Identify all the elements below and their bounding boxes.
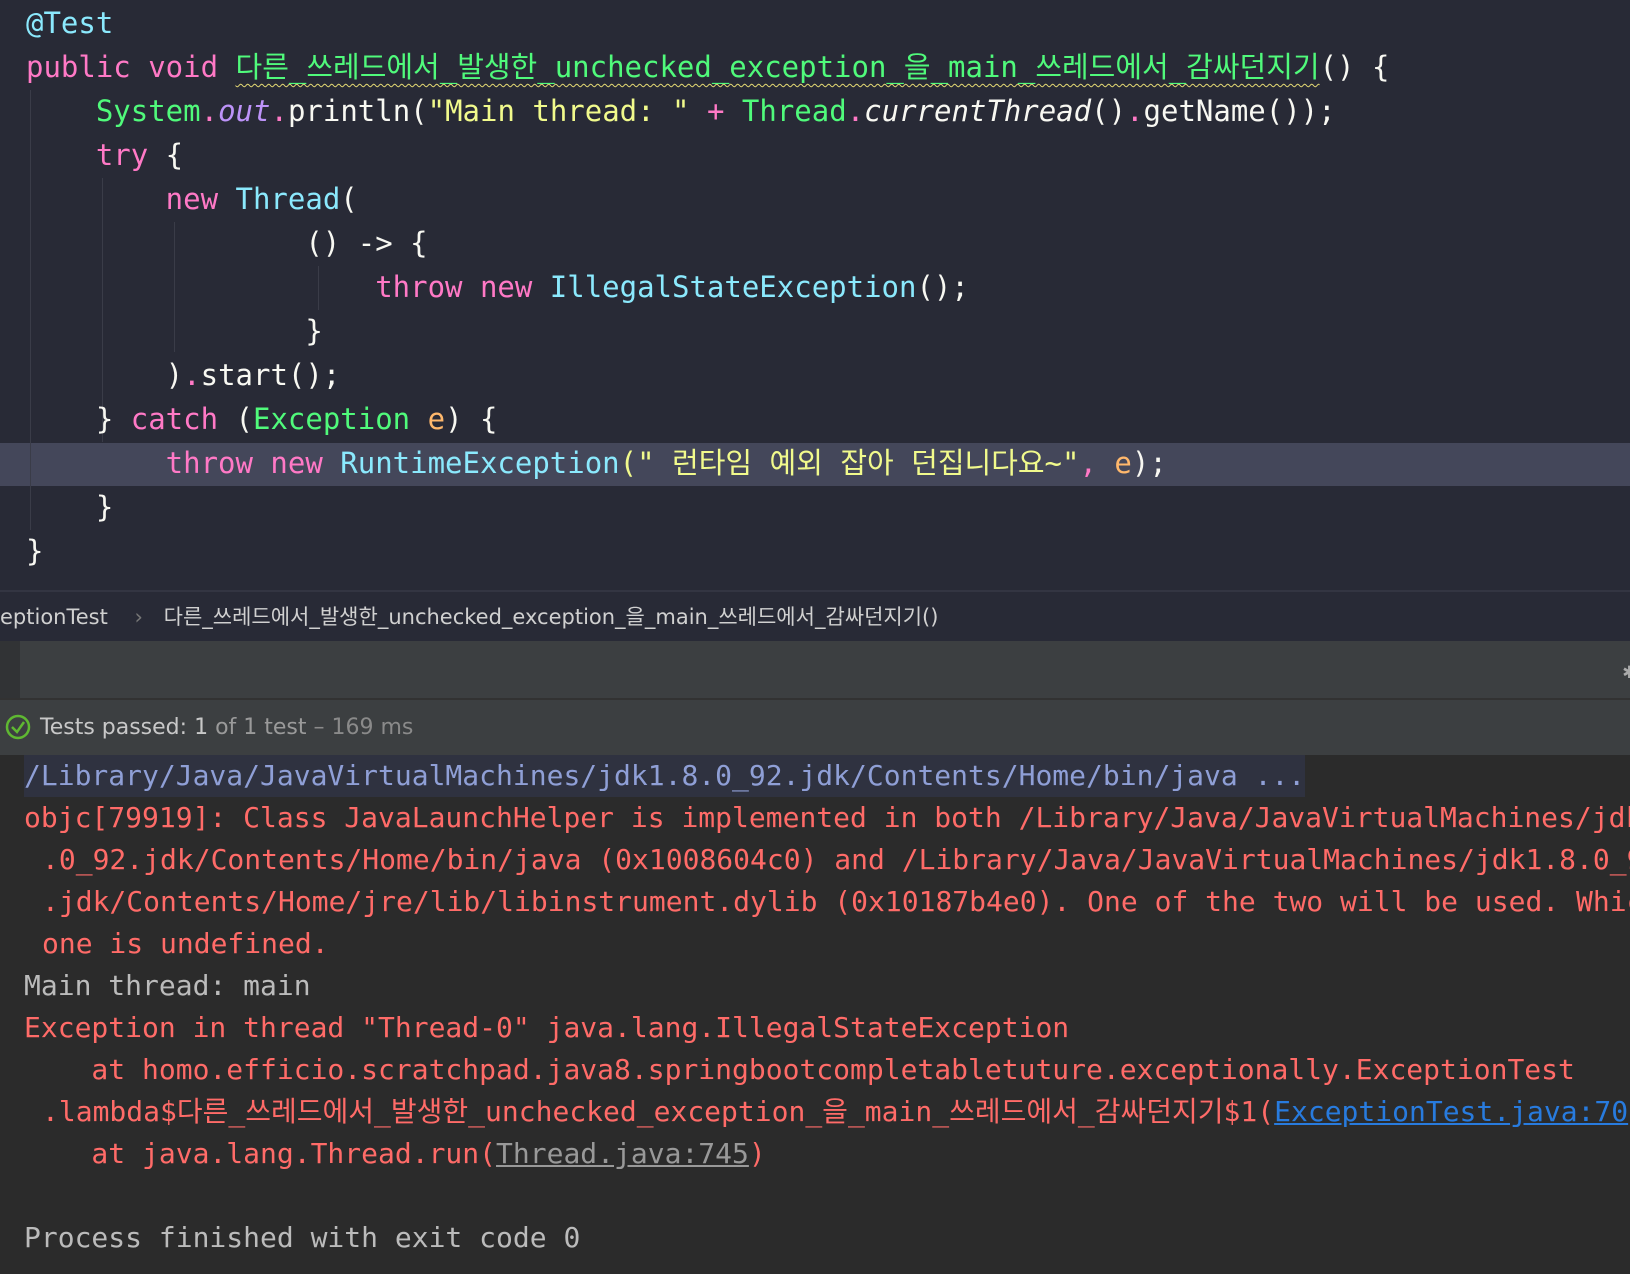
code-token: e <box>1114 446 1132 480</box>
code-token: Exception <box>253 402 428 436</box>
console-error-line: objc[79919]: Class JavaLaunchHelper is i… <box>24 801 1630 834</box>
code-token: getName()); <box>1143 94 1336 128</box>
code-line[interactable]: } catch (Exception e) { <box>26 397 498 441</box>
code-token: () { <box>1319 50 1390 84</box>
code-token: Thread <box>235 182 341 216</box>
breadcrumb-separator: › <box>134 605 143 629</box>
test-status-bar: Tests passed: 1 of 1 test – 169 ms <box>0 700 1630 755</box>
code-token: Thread <box>741 94 847 128</box>
status-label: Tests passed: <box>40 715 188 740</box>
code-token: ) { <box>445 402 498 436</box>
settings-icon[interactable]: ✱ <box>1623 659 1630 684</box>
code-line[interactable]: @Test <box>26 1 113 45</box>
source-link[interactable]: Thread.java:745 <box>496 1137 749 1170</box>
code-editor[interactable]: @Test public void 다른_쓰레드에서_발생한_unchecked_… <box>0 0 1630 590</box>
code-token: 다른_쓰레드에서_발생한_unchecked_exception_을_main_… <box>235 50 1320 84</box>
code-token: start(); <box>200 358 341 392</box>
console-output[interactable]: /Library/Java/JavaVirtualMachines/jdk1.8… <box>0 755 1630 1274</box>
console-stack-line: .lambda$다른_쓰레드에서_발생한_unchecked_exception… <box>42 1091 1630 1133</box>
console-stack-line: at homo.efficio.scratchpad.java8.springb… <box>24 1053 1575 1086</box>
toolbar-strip <box>0 641 20 698</box>
console-exception-line: Exception in thread "Thread-0" java.lang… <box>24 1011 1070 1044</box>
code-token: e <box>427 402 446 436</box>
code-line[interactable]: throw new IllegalStateException(); <box>26 265 969 309</box>
code-token: new <box>26 182 236 216</box>
code-token: RuntimeException <box>340 446 620 480</box>
code-line[interactable]: throw new RuntimeException(" 런타임 예외 잡아 던… <box>26 441 1167 485</box>
code-token: @Test <box>26 6 114 40</box>
status-count: 1 <box>194 715 209 740</box>
code-token: { <box>148 138 184 172</box>
code-token: throw new <box>26 270 550 304</box>
code-token: ( <box>340 182 358 216</box>
console-error-line: .0_92.jdk/Contents/Home/bin/java (0x1008… <box>42 843 1630 876</box>
code-token: throw new <box>26 446 341 480</box>
code-token: . <box>1126 94 1144 128</box>
run-toolbar: ✱ <box>0 641 1630 700</box>
code-token: public void <box>26 50 236 84</box>
code-token: } <box>26 402 131 436</box>
code-token: (); <box>916 270 969 304</box>
code-line[interactable]: } <box>26 309 323 353</box>
breadcrumb-class[interactable]: eptionTest <box>0 605 108 629</box>
breadcrumb: eptionTest › 다른_쓰레드에서_발생한_unchecked_exce… <box>0 590 1630 641</box>
code-token: ); <box>1131 446 1167 480</box>
console-stack-line: at java.lang.Thread.run(Thread.java:745) <box>24 1133 766 1175</box>
code-line[interactable]: } <box>26 485 113 529</box>
code-line[interactable]: () -> { <box>26 221 428 265</box>
code-token: try <box>26 138 149 172</box>
status-total: of 1 test <box>215 715 307 740</box>
code-token: . <box>183 358 201 392</box>
code-token: } <box>26 490 114 524</box>
code-token: + <box>689 94 742 128</box>
code-line[interactable]: public void 다른_쓰레드에서_발생한_unchecked_excep… <box>26 45 1389 89</box>
code-token: IllegalStateException <box>549 270 917 304</box>
code-line[interactable]: System.out.println("Main thread: " + Thr… <box>26 89 1336 133</box>
stack-text: at java.lang.Thread.run( <box>24 1137 497 1170</box>
code-token: out <box>218 94 271 128</box>
code-token: , <box>1079 446 1115 480</box>
code-token: println( <box>287 94 428 128</box>
console-output-line: Main thread: main <box>24 969 311 1002</box>
stack-text: .lambda$다른_쓰레드에서_발생한_unchecked_exception… <box>42 1095 1275 1128</box>
code-token: ) <box>26 358 184 392</box>
code-token: () -> { <box>26 226 428 260</box>
console-error-line: one is undefined. <box>42 927 329 960</box>
status-time: – 169 ms <box>313 715 414 740</box>
code-token: } <box>26 534 44 568</box>
code-token: . <box>846 94 865 128</box>
console-error-line: .jdk/Contents/Home/jre/lib/libinstrument… <box>42 885 1630 918</box>
code-line[interactable]: new Thread( <box>26 177 358 221</box>
console-command-line: /Library/Java/JavaVirtualMachines/jdk1.8… <box>24 755 1306 797</box>
code-token: . <box>200 94 219 128</box>
code-token: currentThread <box>864 94 1092 128</box>
code-token: ( <box>218 402 253 436</box>
breadcrumb-method[interactable]: 다른_쓰레드에서_발생한_unchecked_exception_을_main_… <box>164 605 939 629</box>
code-line[interactable]: try { <box>26 133 183 177</box>
code-token: (" 런타임 예외 잡아 던집니다요~" <box>619 446 1080 480</box>
code-token: System <box>26 94 201 128</box>
code-token: . <box>270 94 288 128</box>
code-line[interactable]: ).start(); <box>26 353 341 397</box>
code-token: catch <box>130 402 219 436</box>
code-token: "Main thread: " <box>427 94 690 128</box>
code-token: () <box>1091 94 1127 128</box>
source-link[interactable]: ExceptionTest.java:70 <box>1274 1095 1628 1128</box>
stack-text: ) <box>748 1137 766 1170</box>
check-circle-icon <box>5 714 31 740</box>
console-finish-line: Process finished with exit code 0 <box>24 1221 581 1254</box>
code-line[interactable]: } <box>26 529 43 573</box>
code-token: } <box>26 314 323 348</box>
